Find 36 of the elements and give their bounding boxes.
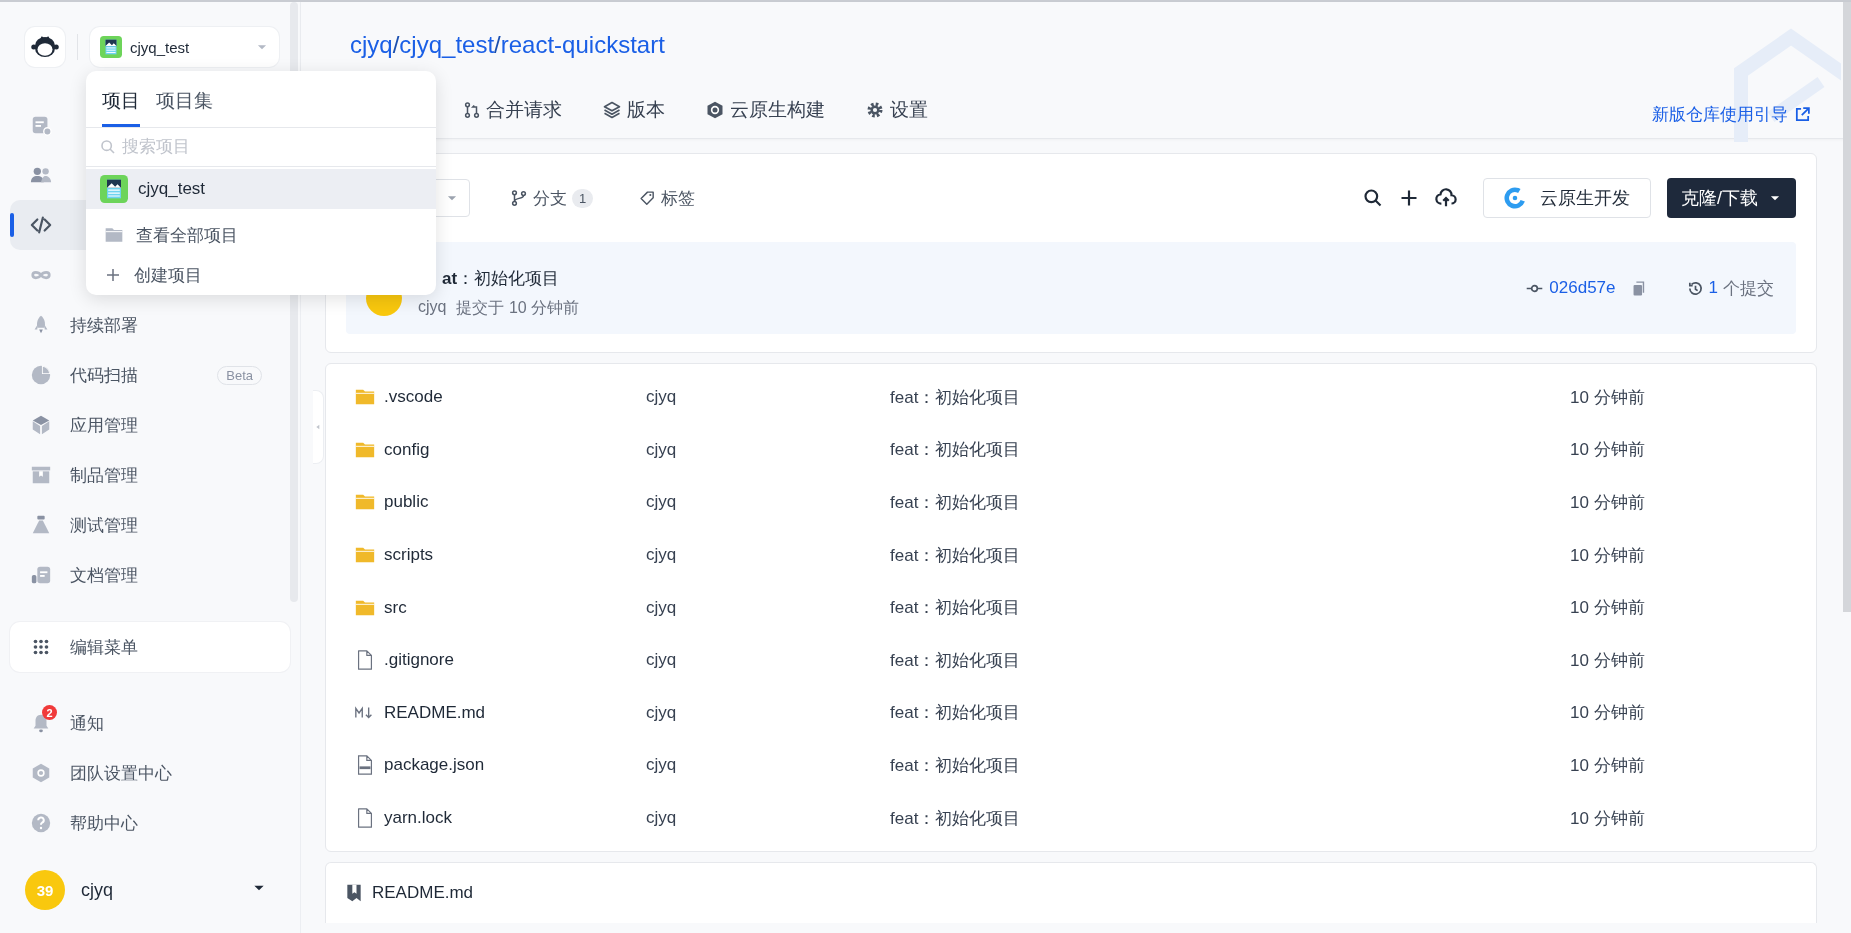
readme-title: README.md bbox=[372, 883, 474, 904]
file-commit-message: feat：初始化项目 bbox=[890, 492, 1022, 514]
file-commit-message: feat：初始化项目 bbox=[890, 702, 1022, 725]
file-author: cjyq bbox=[646, 755, 678, 776]
file-author: cjyq bbox=[646, 439, 678, 460]
file-commit-message: feat：初始化项目 bbox=[890, 439, 1022, 462]
file-commit-message: feat：初始化项目 bbox=[890, 597, 1022, 620]
commit-message: at：初始化项目 bbox=[442, 268, 561, 290]
breadcrumb-separator: / bbox=[392, 31, 400, 59]
file-commit-message: feat：初始化项目 bbox=[890, 807, 1022, 830]
file-time: 10 分钟前 bbox=[1570, 754, 1646, 777]
file-commit-message: feat：初始化项目 bbox=[890, 649, 1022, 672]
file-time: 10 分钟前 bbox=[1570, 544, 1646, 567]
file-commit-message: feat：初始化项目 bbox=[890, 386, 1022, 409]
notification-badge: 2 bbox=[42, 705, 57, 720]
file-time: 10 分钟前 bbox=[1570, 439, 1646, 462]
file-time: 10 分钟前 bbox=[1570, 702, 1646, 725]
file-time: 10 分钟前 bbox=[1570, 649, 1646, 672]
file-author: cjyq bbox=[646, 387, 678, 408]
file-time: 10 分钟前 bbox=[1570, 492, 1646, 514]
file-author: cjyq bbox=[646, 545, 678, 566]
file-commit-message: feat：初始化项目 bbox=[890, 754, 1022, 777]
file-author: cjyq bbox=[646, 650, 678, 671]
breadcrumb-separator: / bbox=[494, 31, 501, 59]
file-author: cjyq bbox=[646, 492, 678, 513]
file-time: 10 分钟前 bbox=[1570, 807, 1646, 830]
file-time: 10 分钟前 bbox=[1570, 386, 1646, 409]
file-time: 10 分钟前 bbox=[1570, 597, 1646, 620]
file-author: cjyq bbox=[646, 808, 678, 829]
commit-author: cjyq bbox=[418, 298, 447, 317]
file-author: cjyq bbox=[646, 702, 678, 723]
commit-time: 提交于 10 分钟前 bbox=[456, 298, 580, 318]
file-author: cjyq bbox=[646, 597, 678, 618]
branch-count: 1 bbox=[572, 188, 594, 208]
file-commit-message: feat：初始化项目 bbox=[890, 544, 1022, 567]
user-name: cjyq bbox=[81, 879, 114, 901]
